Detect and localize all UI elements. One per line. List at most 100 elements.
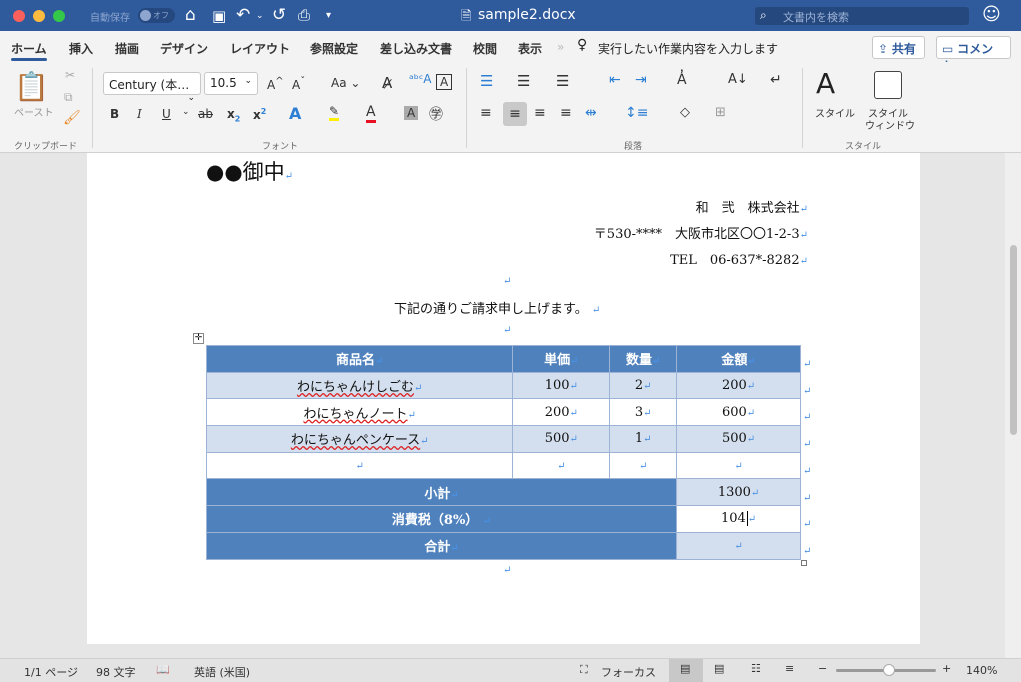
tab-insert[interactable]: 挿入 (69, 40, 93, 57)
unit-price-cell[interactable]: ↵ (512, 451, 611, 480)
header-cell[interactable]: 数量↵ (609, 345, 678, 373)
proofing-icon[interactable]: 📖 (156, 663, 170, 676)
numbering-icon[interactable]: ☰ (517, 72, 530, 90)
underline-dropdown-icon[interactable]: ⌄ (182, 107, 190, 117)
product-cell[interactable]: わにちゃんノート↵ (205, 398, 514, 427)
tax-label[interactable]: 消費税（8%） ↵ (205, 505, 678, 533)
align-left-icon[interactable]: ≡ (480, 105, 492, 121)
feedback-smiley-icon[interactable]: ☺ (982, 4, 1001, 25)
zoom-slider[interactable] (836, 664, 936, 676)
increase-indent-icon[interactable]: ⇥ (635, 72, 647, 88)
table-resize-handle[interactable] (801, 560, 807, 566)
draft-view-icon[interactable]: ≡ (785, 662, 794, 675)
line-spacing-icon[interactable]: ↕≡ (625, 105, 648, 121)
close-button[interactable] (13, 10, 25, 22)
show-formatting-icon[interactable]: ↵ (770, 72, 782, 88)
header-cell[interactable]: 単価↵ (512, 345, 611, 373)
product-cell[interactable]: わにちゃんけしごむ↵ (205, 371, 514, 400)
product-cell[interactable]: わにちゃんペンケース↵ (205, 425, 514, 453)
total-value[interactable]: ↵ (676, 531, 801, 560)
tab-references[interactable]: 参照設定 (310, 40, 358, 57)
subscript-button[interactable]: x2 (227, 107, 240, 123)
save-icon[interactable]: ▣ (212, 7, 226, 25)
italic-button[interactable]: I (137, 107, 142, 121)
font-color-icon[interactable]: A (366, 104, 376, 123)
tab-view[interactable]: 表示 (518, 40, 542, 57)
total-label[interactable]: 合計↵ (205, 531, 678, 560)
scrollbar-thumb[interactable] (1010, 245, 1017, 435)
zoom-button[interactable] (53, 10, 65, 22)
print-layout-view-button[interactable]: ▤ (669, 659, 703, 682)
outline-view-icon[interactable]: ☷ (751, 662, 761, 675)
text-effects-icon[interactable]: A (289, 104, 301, 123)
tell-me-input[interactable]: 実行したい作業内容を入力します (598, 40, 778, 57)
styles-pane-icon[interactable] (874, 71, 902, 99)
grow-font-button[interactable]: A^ (267, 76, 284, 92)
character-shading-icon[interactable]: A (404, 106, 419, 120)
zoom-in-button[interactable]: + (942, 662, 951, 675)
font-name-select[interactable]: Century (本… ⌄ (103, 72, 201, 103)
redo-icon[interactable]: ↺ (272, 5, 286, 25)
quantity-cell[interactable]: 1↵ (609, 425, 678, 453)
undo-dropdown-icon[interactable]: ⌄ (256, 11, 264, 21)
tab-mailings[interactable]: 差し込み文書 (380, 40, 452, 57)
bold-button[interactable]: B (110, 107, 119, 121)
cut-icon[interactable]: ✂ (65, 68, 75, 82)
tab-review[interactable]: 校閲 (473, 40, 497, 57)
unit-price-cell[interactable]: 500↵ (512, 425, 611, 453)
subtotal-value[interactable]: 1300↵ (676, 478, 801, 507)
tab-layout[interactable]: レイアウト (230, 40, 290, 57)
align-right-icon[interactable]: ≡ (534, 105, 546, 121)
decrease-indent-icon[interactable]: ⇤ (609, 72, 621, 88)
web-layout-view-icon[interactable]: ▤ (714, 662, 724, 675)
search-box[interactable]: ⌕ 文書内を検索 (755, 7, 969, 25)
more-tabs-icon[interactable]: » (557, 40, 564, 54)
format-painter-icon[interactable]: 🖌 (63, 110, 81, 126)
justify-icon[interactable]: ≡ (560, 105, 572, 121)
focus-icon[interactable]: ⛶ (580, 663, 588, 677)
table-move-handle[interactable]: ✛ (193, 333, 204, 344)
shrink-font-button[interactable]: Aˇ (292, 76, 305, 92)
tab-home[interactable]: ホーム (11, 40, 47, 57)
customize-toolbar-icon[interactable]: ▾ (326, 10, 331, 21)
word-count[interactable]: 98 文字 (96, 664, 136, 680)
clear-formatting-icon[interactable]: A̷ (382, 74, 392, 92)
unit-price-cell[interactable]: 200↵ (512, 398, 611, 427)
language[interactable]: 英語 (米国) (194, 664, 250, 680)
quantity-cell[interactable]: 2↵ (609, 371, 678, 400)
amount-cell[interactable]: 200↵ (676, 371, 801, 400)
styles-button[interactable]: スタイル (815, 105, 855, 120)
autosave-toggle[interactable]: オフ (138, 8, 175, 23)
amount-cell[interactable]: 500↵ (676, 425, 801, 453)
character-border-icon[interactable]: A (436, 74, 453, 90)
borders-icon[interactable]: ⊞ (715, 105, 726, 120)
change-case-button[interactable]: Aa ⌄ (331, 76, 360, 90)
align-center-icon[interactable]: ≡ (503, 102, 527, 126)
enclose-characters-icon[interactable]: ㊫ (429, 104, 443, 124)
tax-value[interactable]: 104 ↵ (676, 505, 801, 533)
superscript-button[interactable]: x2 (253, 107, 266, 122)
print-icon[interactable]: ⎙ (298, 6, 310, 24)
home-icon[interactable]: ⌂ (185, 5, 196, 25)
comment-button[interactable]: ▭ コメント (936, 36, 1011, 73)
copy-icon[interactable]: ⧉ (64, 90, 73, 105)
underline-button[interactable]: U (162, 107, 171, 121)
undo-icon[interactable]: ↶ (236, 5, 250, 25)
tab-design[interactable]: デザイン (160, 40, 208, 57)
zoom-slider-thumb[interactable] (883, 664, 895, 676)
character-spacing-icon[interactable]: A̓ (677, 72, 687, 88)
minimize-button[interactable] (33, 10, 45, 22)
amount-cell[interactable]: ↵ (676, 451, 801, 480)
paste-icon[interactable]: 📋 (14, 70, 49, 103)
strikethrough-button[interactable]: ab (198, 107, 213, 121)
shading-icon[interactable]: ◇ (680, 105, 690, 120)
share-button[interactable]: ⇪ 共有 (872, 36, 925, 59)
subtotal-label[interactable]: 小計↵ (205, 478, 678, 507)
quantity-cell[interactable]: 3↵ (609, 398, 678, 427)
focus-button[interactable]: フォーカス (601, 664, 656, 680)
header-cell[interactable]: 金額↵ (676, 345, 801, 373)
vertical-scrollbar[interactable] (1005, 153, 1021, 658)
header-cell[interactable]: 商品名↵ (205, 345, 514, 373)
zoom-level[interactable]: 140% (966, 664, 997, 677)
phonetic-guide-icon[interactable]: ᵃᵇᶜA (409, 72, 432, 86)
